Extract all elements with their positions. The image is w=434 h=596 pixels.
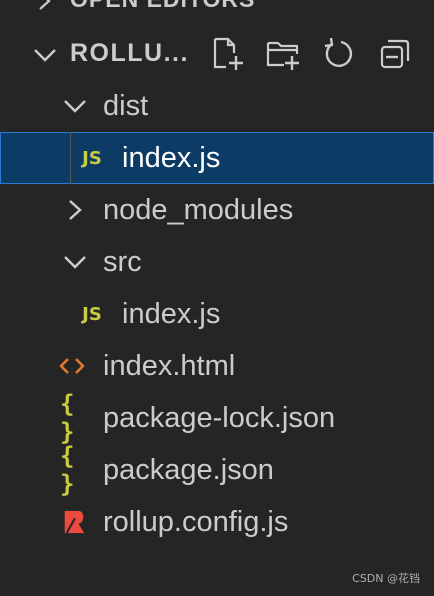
new-folder-button[interactable] (262, 36, 304, 72)
watermark: CSDN @花铛 (352, 572, 420, 585)
chevron-right-icon (69, 200, 82, 220)
chevron-right-icon (39, 0, 51, 10)
json-file-icon: { } (60, 442, 77, 498)
chevron-down-icon (64, 256, 86, 269)
tree-item-label: index.html (103, 350, 236, 382)
new-folder-icon (266, 41, 299, 70)
tree-item-dist-index-js[interactable]: JS index.js (0, 132, 434, 184)
tree-item-package-json[interactable]: { } package.json (0, 442, 434, 498)
tree-item-label: src (103, 246, 142, 278)
rollup-file-icon (60, 508, 88, 536)
tree-item-label: node_modules (103, 194, 294, 226)
tree-item-label: package.json (103, 454, 274, 486)
tree-item-src-index-js[interactable]: JS index.js (0, 288, 434, 340)
json-file-icon: { } (60, 390, 77, 446)
chevron-down-icon (64, 100, 86, 113)
project-title: ROLLU... (70, 39, 189, 67)
tree-item-label: package-lock.json (103, 402, 336, 434)
open-editors-label: OPEN EDITORS (70, 0, 255, 13)
tree-item-node-modules[interactable]: node_modules (0, 184, 434, 236)
open-editors-section-header[interactable]: OPEN EDITORS (0, 0, 434, 14)
rollup-logo-icon (64, 510, 85, 534)
explorer-actions (206, 36, 416, 72)
chevron-down-icon (34, 49, 56, 62)
tree-item-label: dist (103, 90, 149, 122)
tree-item-index-html[interactable]: index.html (0, 340, 434, 392)
tree-item-label: index.js (122, 142, 221, 174)
refresh-icon (324, 37, 353, 67)
tree-item-package-lock-json[interactable]: { } package-lock.json (0, 390, 434, 446)
tree-item-label: rollup.config.js (103, 506, 289, 538)
indent-guide (70, 132, 71, 184)
js-file-icon: JS (82, 147, 102, 169)
tree-item-rollup-config-js[interactable]: rollup.config.js (0, 496, 434, 548)
new-file-button[interactable] (206, 36, 248, 72)
js-file-icon: JS (82, 303, 102, 325)
tree-item-src[interactable]: src (0, 236, 434, 288)
collapse-all-button[interactable] (374, 36, 416, 72)
collapse-all-icon (380, 39, 410, 69)
explorer-panel: OPEN EDITORS ROLLU... (0, 0, 434, 596)
tree-item-dist[interactable]: dist (0, 80, 434, 132)
tree-item-label: index.js (122, 298, 221, 330)
angle-brackets-icon (59, 358, 85, 374)
project-section-header[interactable]: ROLLU... (0, 28, 434, 80)
refresh-button[interactable] (318, 36, 360, 72)
new-file-icon (213, 37, 243, 70)
html-file-icon (58, 352, 86, 380)
